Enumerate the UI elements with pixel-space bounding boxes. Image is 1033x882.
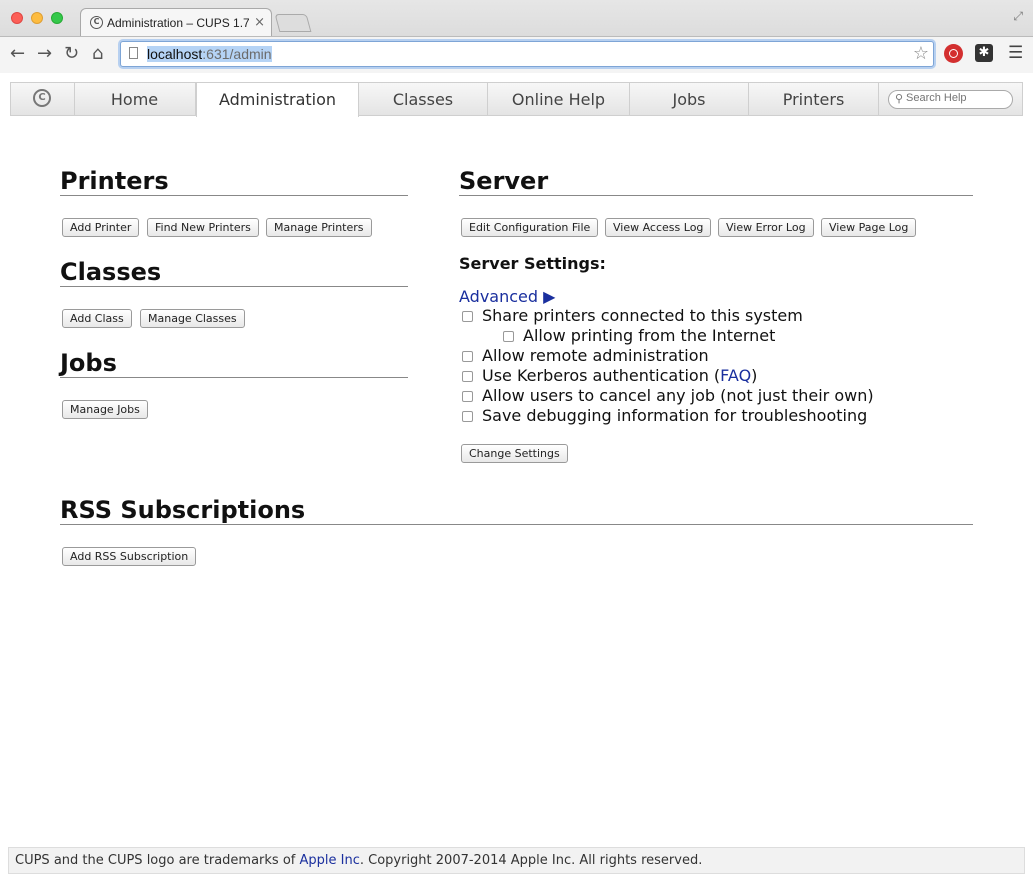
- add-printer-button[interactable]: Add Printer: [62, 218, 140, 237]
- jobs-divider: [60, 377, 408, 378]
- cups-favicon-icon: C: [90, 16, 103, 29]
- footer-text: CUPS and the CUPS logo are trademarks of: [15, 853, 300, 868]
- tab-home[interactable]: Home: [74, 83, 196, 115]
- reload-icon[interactable]: ↻: [64, 45, 79, 63]
- debug-logging-checkbox[interactable]: [462, 411, 473, 422]
- faq-link[interactable]: FAQ: [720, 366, 751, 385]
- find-new-printers-button[interactable]: Find New Printers: [147, 218, 259, 237]
- url-path: :631/admin: [202, 46, 272, 62]
- kerberos-label: Use Kerberos authentication (FAQ): [482, 366, 757, 385]
- url-text: localhost:631/admin: [147, 46, 272, 62]
- cups-logo-icon: C: [33, 89, 51, 107]
- apple-link[interactable]: Apple Inc: [299, 853, 359, 868]
- expand-triangle-icon[interactable]: ▶: [543, 287, 555, 306]
- zoom-window-button[interactable]: [51, 12, 63, 24]
- manage-jobs-button[interactable]: Manage Jobs: [62, 400, 148, 419]
- allow-internet-checkbox[interactable]: [503, 331, 514, 342]
- view-access-log-button[interactable]: View Access Log: [605, 218, 712, 237]
- browser-tab[interactable]: C Administration – CUPS 1.7 ×: [80, 8, 272, 37]
- new-tab-button[interactable]: [274, 14, 312, 32]
- remote-admin-label: Allow remote administration: [482, 346, 709, 365]
- window-controls: [11, 12, 63, 24]
- server-settings-heading: Server Settings:: [459, 254, 606, 273]
- minimize-window-button[interactable]: [31, 12, 43, 24]
- advanced-link[interactable]: Advanced: [459, 287, 538, 306]
- extension-puzzle-icon[interactable]: ✱: [975, 44, 993, 62]
- page-icon: [129, 47, 138, 59]
- tab-printers[interactable]: Printers: [749, 83, 879, 115]
- cups-nav-bar: C Home Administration Classes Online Hel…: [10, 82, 1023, 117]
- tab-close-icon[interactable]: ×: [254, 15, 265, 30]
- kerberos-close-paren: ): [751, 366, 758, 385]
- back-arrow-icon[interactable]: ←: [10, 45, 25, 63]
- tab-online-help[interactable]: Online Help: [488, 83, 630, 115]
- printers-heading: Printers: [60, 167, 169, 195]
- cancel-any-job-checkbox[interactable]: [462, 391, 473, 402]
- kerberos-text: Use Kerberos authentication (: [482, 366, 721, 385]
- rss-divider: [60, 524, 973, 525]
- tab-title: Administration – CUPS 1.7: [107, 16, 249, 30]
- cancel-any-job-label: Allow users to cancel any job (not just …: [482, 386, 874, 405]
- view-page-log-button[interactable]: View Page Log: [821, 218, 917, 237]
- address-bar[interactable]: localhost:631/admin ☆: [120, 41, 934, 67]
- share-printers-checkbox[interactable]: [462, 311, 473, 322]
- cups-logo[interactable]: C: [11, 83, 75, 115]
- home-icon[interactable]: ⌂: [92, 45, 103, 63]
- server-heading: Server: [459, 167, 549, 195]
- browser-chrome: C Administration – CUPS 1.7 × ⤢ ← → ↻ ⌂ …: [0, 0, 1033, 73]
- bookmark-star-icon[interactable]: ☆: [913, 43, 929, 64]
- server-divider: [459, 195, 973, 196]
- browser-menu-icon[interactable]: ☰: [1008, 43, 1023, 63]
- search-input[interactable]: [906, 92, 1006, 104]
- allow-internet-label: Allow printing from the Internet: [523, 326, 776, 345]
- add-class-button[interactable]: Add Class: [62, 309, 132, 328]
- forward-arrow-icon[interactable]: →: [37, 45, 52, 63]
- tab-jobs[interactable]: Jobs: [630, 83, 749, 115]
- remote-admin-checkbox[interactable]: [462, 351, 473, 362]
- printers-divider: [60, 195, 408, 196]
- classes-divider: [60, 286, 408, 287]
- page-footer: CUPS and the CUPS logo are trademarks of…: [8, 847, 1025, 874]
- fullscreen-icon[interactable]: ⤢: [1013, 9, 1023, 24]
- add-rss-subscription-button[interactable]: Add RSS Subscription: [62, 547, 197, 566]
- debug-logging-label: Save debugging information for troublesh…: [482, 406, 868, 425]
- change-settings-button[interactable]: Change Settings: [461, 444, 568, 463]
- tab-classes[interactable]: Classes: [359, 83, 488, 115]
- footer-copyright: . Copyright 2007-2014 Apple Inc. All rig…: [359, 853, 703, 868]
- manage-classes-button[interactable]: Manage Classes: [140, 309, 245, 328]
- share-printers-label: Share printers connected to this system: [482, 306, 803, 325]
- edit-configuration-file-button[interactable]: Edit Configuration File: [461, 218, 599, 237]
- close-window-button[interactable]: [11, 12, 23, 24]
- advanced-toggle[interactable]: Advanced ▶: [459, 287, 555, 306]
- kerberos-checkbox[interactable]: [462, 371, 473, 382]
- view-error-log-button[interactable]: View Error Log: [718, 218, 814, 237]
- extension-stop-icon[interactable]: [944, 44, 963, 63]
- url-host: localhost: [147, 46, 203, 62]
- search-icon: ⚲: [895, 92, 904, 105]
- tab-administration[interactable]: Administration: [196, 83, 359, 117]
- jobs-heading: Jobs: [60, 349, 117, 377]
- rss-heading: RSS Subscriptions: [60, 496, 306, 524]
- classes-heading: Classes: [60, 258, 162, 286]
- manage-printers-button[interactable]: Manage Printers: [266, 218, 372, 237]
- browser-toolbar: ← → ↻ ⌂ localhost:631/admin ☆ ✱ ☰: [0, 36, 1033, 73]
- search-help-field[interactable]: ⚲: [888, 90, 1013, 109]
